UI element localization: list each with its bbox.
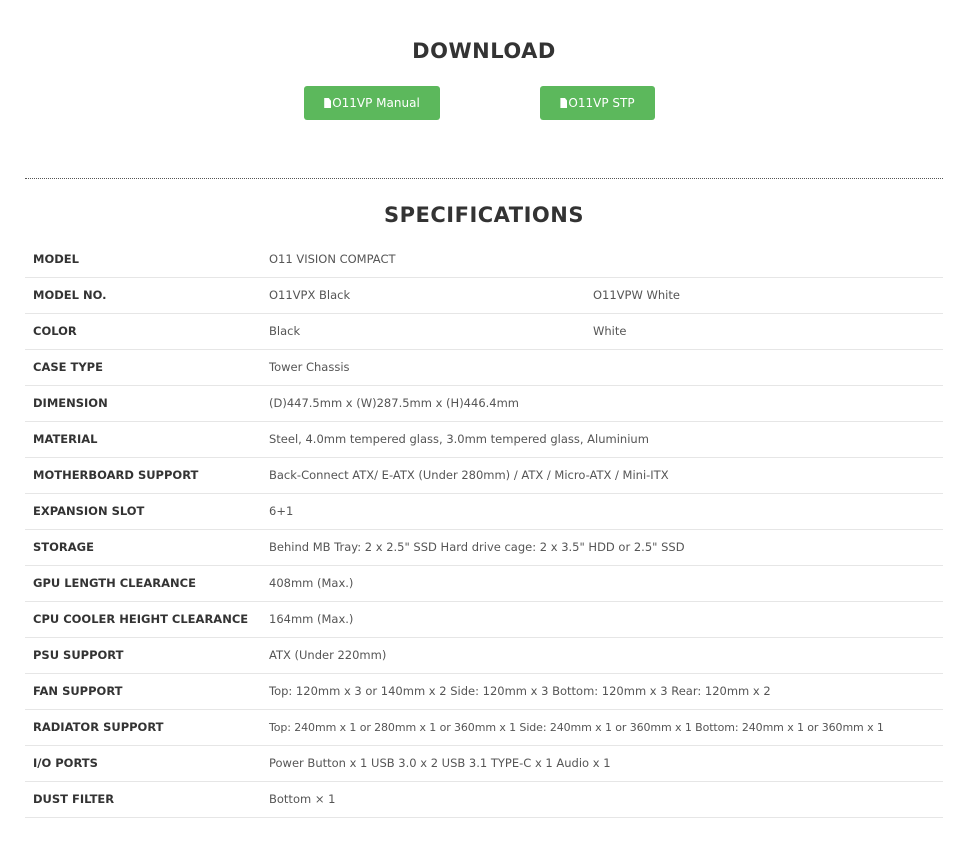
spec-value: Steel, 4.0mm tempered glass, 3.0mm tempe… [269, 432, 649, 446]
spec-value: Power Button x 1 USB 3.0 x 2 USB 3.1 TYP… [269, 756, 611, 770]
spec-label: FAN SUPPORT [33, 684, 123, 698]
download-title: DOWNLOAD [412, 39, 556, 63]
spec-row-case-type: CASE TYPE Tower Chassis [25, 350, 943, 386]
spec-label: CPU COOLER HEIGHT CLEARANCE [33, 612, 249, 626]
spec-label: CASE TYPE [33, 360, 103, 374]
spec-label: STORAGE [33, 540, 94, 554]
spec-value-secondary: White [593, 324, 627, 338]
stp-download-button[interactable]: O11VP STP [540, 86, 655, 120]
spec-label: I/O PORTS [33, 756, 98, 770]
section-divider [25, 178, 943, 179]
spec-row-fan-support: FAN SUPPORT Top: 120mm x 3 or 140mm x 2 … [25, 674, 943, 710]
spec-row-io-ports: I/O PORTS Power Button x 1 USB 3.0 x 2 U… [25, 746, 943, 782]
file-icon [560, 98, 568, 108]
spec-value: O11 VISION COMPACT [269, 252, 396, 266]
spec-label: MODEL NO. [33, 288, 107, 302]
spec-value: Top: 120mm x 3 or 140mm x 2 Side: 120mm … [269, 684, 771, 698]
spec-label: RADIATOR SUPPORT [33, 720, 164, 734]
spec-label: MODEL [33, 252, 79, 266]
spec-value: Behind MB Tray: 2 x 2.5" SSD Hard drive … [269, 540, 685, 554]
spec-row-material: MATERIAL Steel, 4.0mm tempered glass, 3.… [25, 422, 943, 458]
spec-label: EXPANSION SLOT [33, 504, 145, 518]
spec-value: Top: 240mm x 1 or 280mm x 1 or 360mm x 1… [269, 721, 884, 734]
file-icon [324, 98, 332, 108]
spec-label: MATERIAL [33, 432, 98, 446]
spec-row-gpu-length: GPU LENGTH CLEARANCE 408mm (Max.) [25, 566, 943, 602]
spec-row-color: COLOR Black White [25, 314, 943, 350]
spec-row-model-no: MODEL NO. O11VPX Black O11VPW White [25, 278, 943, 314]
manual-download-label: O11VP Manual [332, 96, 420, 110]
spec-value: Tower Chassis [269, 360, 350, 374]
spec-row-cpu-cooler-height: CPU COOLER HEIGHT CLEARANCE 164mm (Max.) [25, 602, 943, 638]
spec-value: ATX (Under 220mm) [269, 648, 387, 662]
spec-row-radiator-support: RADIATOR SUPPORT Top: 240mm x 1 or 280mm… [25, 710, 943, 746]
page: DOWNLOAD O11VP Manual O11VP STP SPECIFIC… [0, 0, 968, 850]
spec-value: (D)447.5mm x (W)287.5mm x (H)446.4mm [269, 396, 520, 410]
spec-row-dimension: DIMENSION (D)447.5mm x (W)287.5mm x (H)4… [25, 386, 943, 422]
spec-row-psu-support: PSU SUPPORT ATX (Under 220mm) [25, 638, 943, 674]
spec-row-model: MODEL O11 VISION COMPACT [25, 242, 943, 278]
stp-download-label: O11VP STP [568, 96, 635, 110]
spec-row-motherboard-support: MOTHERBOARD SUPPORT Back-Connect ATX/ E-… [25, 458, 943, 494]
spec-value-secondary: O11VPW White [593, 288, 680, 302]
spec-row-dust-filter: DUST FILTER Bottom × 1 [25, 782, 943, 818]
spec-row-storage: STORAGE Behind MB Tray: 2 x 2.5" SSD Har… [25, 530, 943, 566]
spec-value: 408mm (Max.) [269, 576, 354, 590]
specifications-table: MODEL O11 VISION COMPACT MODEL NO. O11VP… [25, 242, 943, 818]
spec-value: 6+1 [269, 504, 294, 518]
specifications-title: SPECIFICATIONS [384, 203, 584, 227]
spec-value: Bottom × 1 [269, 792, 336, 806]
spec-label: MOTHERBOARD SUPPORT [33, 468, 199, 482]
spec-row-expansion-slot: EXPANSION SLOT 6+1 [25, 494, 943, 530]
spec-label: COLOR [33, 324, 77, 338]
spec-label: GPU LENGTH CLEARANCE [33, 576, 196, 590]
spec-label: DIMENSION [33, 396, 108, 410]
spec-label: PSU SUPPORT [33, 648, 124, 662]
spec-value: Black [269, 324, 301, 338]
manual-download-button[interactable]: O11VP Manual [304, 86, 440, 120]
spec-value: Back-Connect ATX/ E-ATX (Under 280mm) / … [269, 468, 669, 482]
spec-label: DUST FILTER [33, 792, 115, 806]
spec-value: 164mm (Max.) [269, 612, 354, 626]
spec-value: O11VPX Black [269, 288, 351, 302]
